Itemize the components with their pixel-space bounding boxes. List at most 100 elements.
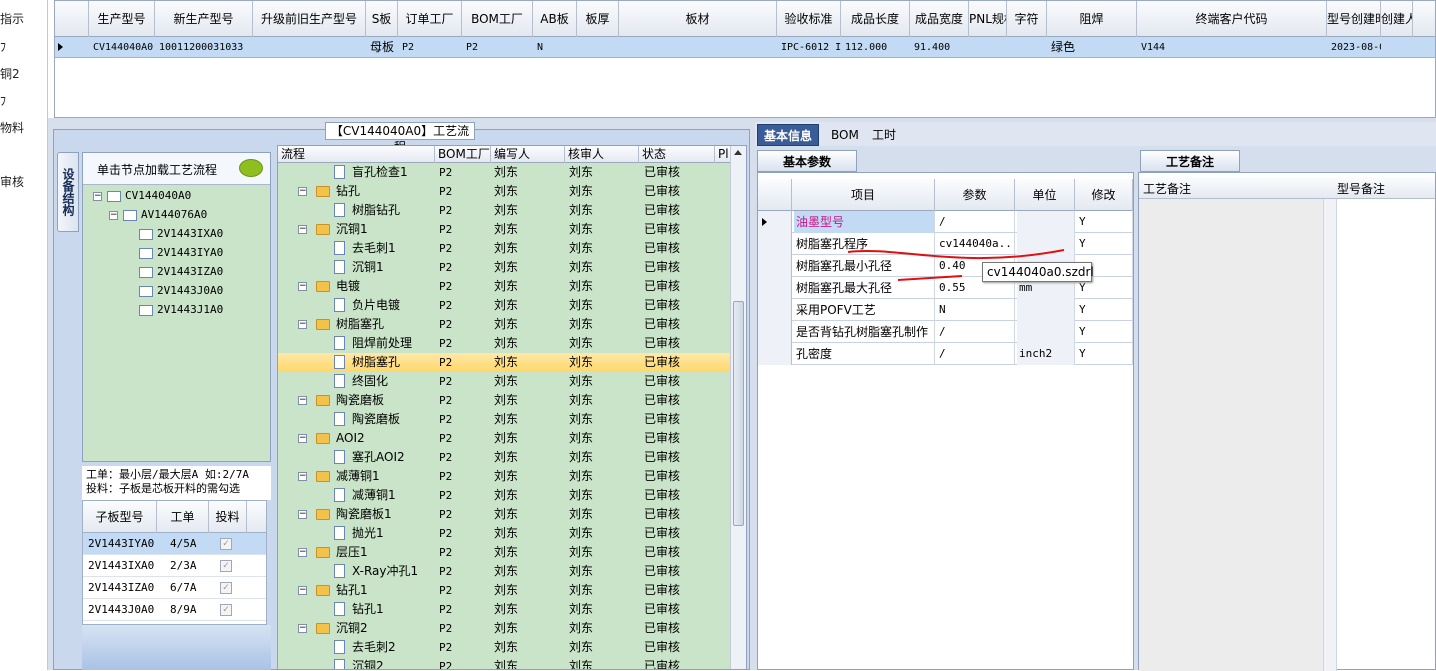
flow-row[interactable]: 去毛刺2 P2 刘东 刘东 已审核 [278, 638, 731, 657]
column-header[interactable]: S板 [366, 1, 398, 37]
feed-checkbox[interactable]: ✓ [220, 582, 232, 594]
tree-node-root[interactable]: CV144040A0 [107, 189, 191, 202]
param-row[interactable]: 是否背钻孔树脂塞孔制作 / Y [758, 321, 1133, 343]
param-value[interactable]: / [937, 321, 1015, 343]
flow-row[interactable]: − 层压1 P2 刘东 刘东 已审核 [278, 543, 731, 562]
column-header[interactable]: 参数 [935, 179, 1015, 211]
collapse-icon[interactable]: − [298, 586, 307, 595]
speech-bubble-icon[interactable] [239, 159, 263, 177]
table-row[interactable]: CV144040A0 10011200031033 母板 P2 P2 N IPC-6012 … [55, 37, 1435, 58]
column-header[interactable]: 核审人 [565, 146, 639, 163]
flow-row[interactable]: − 陶瓷磨板 P2 刘东 刘东 已审核 [278, 391, 731, 410]
collapse-icon[interactable]: − [298, 434, 307, 443]
flow-row[interactable]: − 钻孔 P2 刘东 刘东 已审核 [278, 182, 731, 201]
column-header[interactable]: 升级前旧生产型号 [253, 1, 366, 37]
column-header[interactable]: 工单 [157, 501, 209, 533]
feed-checkbox[interactable]: ✓ [220, 538, 232, 550]
flow-row[interactable]: 阻焊前处理 P2 刘东 刘东 已审核 [278, 334, 731, 353]
param-row[interactable]: 孔密度 / inch2 Y [758, 343, 1133, 365]
table-row[interactable]: 2V1443IYA0 4/5A ✓ [83, 533, 266, 555]
tree-node-leaf[interactable]: 2V1443IYA0 [139, 246, 223, 259]
row-selector[interactable] [758, 343, 792, 365]
flow-row[interactable]: − 沉铜1 P2 刘东 刘东 已审核 [278, 220, 731, 239]
tab-equipment-structure[interactable]: 设备结构 [57, 152, 79, 232]
flow-row[interactable]: − 树脂塞孔 P2 刘东 刘东 已审核 [278, 315, 731, 334]
column-header[interactable]: 项目 [792, 179, 935, 211]
vertical-scrollbar[interactable] [730, 146, 746, 669]
scroll-thumb[interactable] [733, 301, 744, 526]
collapse-icon[interactable]: − [298, 396, 307, 405]
flow-row[interactable]: − 沉铜2 P2 刘东 刘东 已审核 [278, 619, 731, 638]
collapse-icon[interactable]: − [109, 211, 118, 220]
flow-row[interactable]: 塞孔AOI2 P2 刘东 刘东 已审核 [278, 448, 731, 467]
feed-checkbox[interactable]: ✓ [220, 560, 232, 572]
flow-row[interactable]: 陶瓷磨板 P2 刘东 刘东 已审核 [278, 410, 731, 429]
flow-row[interactable]: − 电镀 P2 刘东 刘东 已审核 [278, 277, 731, 296]
column-header[interactable]: 单位 [1015, 179, 1075, 211]
column-header[interactable]: 板材 [619, 1, 777, 37]
flow-row[interactable]: − AOI2 P2 刘东 刘东 已审核 [278, 429, 731, 448]
column-header[interactable]: 型号创建时间 [1327, 1, 1381, 37]
tab-basic-info[interactable]: 基本信息 [757, 124, 820, 146]
row-selector[interactable] [758, 255, 792, 277]
param-value[interactable]: N [937, 299, 1015, 321]
row-selector[interactable] [758, 277, 792, 299]
column-header[interactable]: 生产型号 [89, 1, 155, 37]
collapse-icon[interactable]: − [298, 225, 307, 234]
column-header[interactable]: 工艺备注 [1143, 180, 1191, 197]
flow-row[interactable]: 树脂钻孔 P2 刘东 刘东 已审核 [278, 201, 731, 220]
flow-row[interactable]: 钻孔1 P2 刘东 刘东 已审核 [278, 600, 731, 619]
tree-node-child[interactable]: AV144076A0 [123, 208, 207, 221]
collapse-icon[interactable]: − [298, 510, 307, 519]
collapse-icon[interactable]: − [298, 472, 307, 481]
tab-bom[interactable]: BOM [825, 124, 865, 146]
column-header[interactable]: 终端客户代码 [1137, 1, 1327, 37]
left-nav-item[interactable]: 指示 [0, 10, 24, 27]
collapse-icon[interactable]: − [298, 187, 307, 196]
flow-row[interactable]: − 减薄铜1 P2 刘东 刘东 已审核 [278, 467, 731, 486]
basic-params-tab[interactable]: 基本参数 [757, 150, 857, 172]
column-header[interactable]: 子板型号 [83, 501, 157, 533]
column-header[interactable]: 状态 [639, 146, 715, 163]
collapse-icon[interactable]: − [298, 282, 307, 291]
param-value[interactable]: / [937, 343, 1015, 365]
column-header[interactable]: 成品宽度 [910, 1, 969, 37]
table-row[interactable]: 2V1443J0A0 8/9A ✓ [83, 599, 266, 621]
column-header[interactable]: 阻焊 [1047, 1, 1137, 37]
left-nav-item[interactable]: 铜2 [0, 65, 20, 82]
collapse-icon[interactable]: − [93, 192, 102, 201]
column-header[interactable]: 字符 [1007, 1, 1047, 37]
row-selector[interactable] [758, 299, 792, 321]
left-nav-item[interactable]: 物料 [0, 119, 24, 136]
craft-notes-tab[interactable]: 工艺备注 [1140, 150, 1240, 172]
collapse-icon[interactable]: − [298, 548, 307, 557]
flow-row[interactable]: − 钻孔1 P2 刘东 刘东 已审核 [278, 581, 731, 600]
flow-row[interactable]: 盲孔检查1 P2 刘东 刘东 已审核 [278, 163, 731, 182]
column-header[interactable]: 投料 [209, 501, 247, 533]
column-header[interactable]: BOM工厂 [462, 1, 533, 37]
column-header[interactable]: PNL规格 [969, 1, 1007, 37]
flow-row[interactable]: X-Ray冲孔1 P2 刘东 刘东 已审核 [278, 562, 731, 581]
collapse-icon[interactable]: − [298, 320, 307, 329]
flow-row[interactable]: 减薄铜1 P2 刘东 刘东 已审核 [278, 486, 731, 505]
column-header[interactable]: 板厚 [577, 1, 619, 37]
flow-row[interactable]: 沉铜2 P2 刘东 刘东 已审核 [278, 657, 731, 669]
flow-row[interactable]: 去毛刺1 P2 刘东 刘东 已审核 [278, 239, 731, 258]
column-header[interactable]: 验收标准 [777, 1, 841, 37]
flow-row[interactable]: 终固化 P2 刘东 刘东 已审核 [278, 372, 731, 391]
column-header[interactable]: 流程 [278, 146, 435, 163]
feed-checkbox[interactable]: ✓ [220, 604, 232, 616]
tree-node-leaf[interactable]: 2V1443IZA0 [139, 265, 223, 278]
column-header[interactable]: 编写人 [491, 146, 565, 163]
param-value[interactable]: / [937, 211, 1015, 233]
column-header[interactable]: 订单工厂 [398, 1, 462, 37]
left-nav-item[interactable]: ﾌ [0, 92, 6, 109]
flow-row[interactable]: − 陶瓷磨板1 P2 刘东 刘东 已审核 [278, 505, 731, 524]
row-selector[interactable] [758, 211, 792, 233]
column-header[interactable]: 创建人 [1381, 1, 1413, 37]
flow-row[interactable]: 树脂塞孔 P2 刘东 刘东 已审核 [278, 353, 731, 372]
table-row[interactable]: 2V1443IZA0 6/7A ✓ [83, 577, 266, 599]
column-header[interactable]: 型号备注 [1337, 180, 1385, 197]
tab-work-hours[interactable]: 工时 [866, 124, 902, 146]
notes-scrollbar[interactable] [1323, 199, 1337, 671]
